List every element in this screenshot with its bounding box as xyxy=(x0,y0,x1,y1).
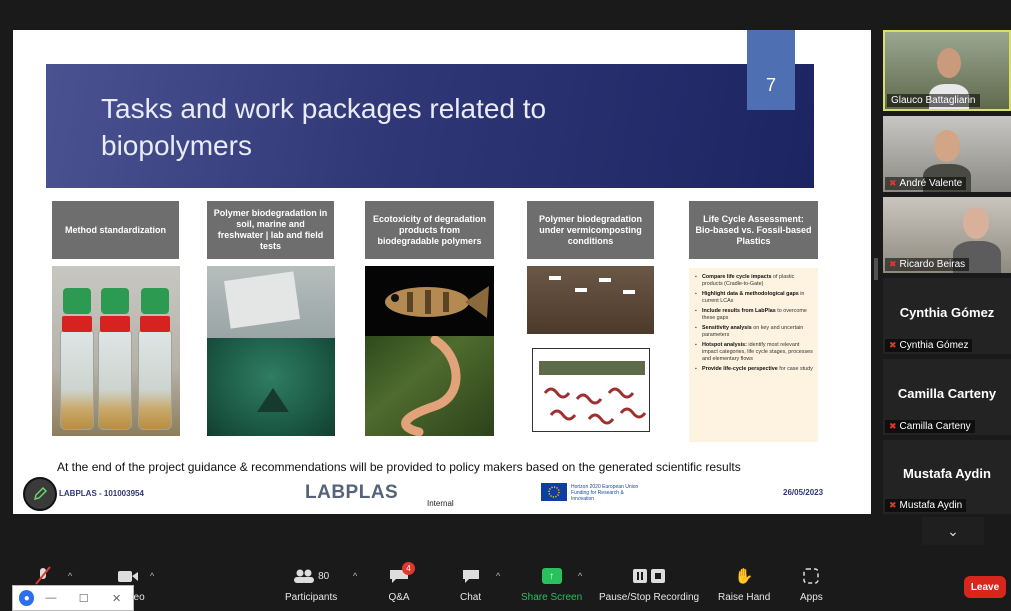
raise-hand-icon: ✋ xyxy=(734,568,754,585)
mic-muted-icon: ✖ xyxy=(889,178,897,188)
participant-tile[interactable]: Cynthia Gómez ✖ Cynthia Gómez xyxy=(883,278,1011,354)
mic-muted-icon: ✖ xyxy=(889,421,897,431)
column-heading-vermicomposting: Polymer biodegradation under vermicompos… xyxy=(527,201,654,259)
apps-button[interactable]: Apps xyxy=(800,566,823,603)
labplas-logo: LABPLAS xyxy=(305,482,399,503)
slide-number-box: 7 xyxy=(747,30,795,110)
lca-item: Provide life-cycle perspective for case … xyxy=(695,366,813,373)
fish-photo xyxy=(365,266,494,336)
app-icon: ● xyxy=(19,590,35,606)
annotate-pen-button[interactable] xyxy=(23,477,57,511)
fish-illustration xyxy=(385,286,489,318)
worms-diagram-illustration xyxy=(539,361,647,425)
apps-icon xyxy=(803,566,820,586)
vermicompost-soil-photo xyxy=(527,266,654,334)
participant-name-label: ✖ Cynthia Gómez xyxy=(885,339,973,352)
microphone-muted-icon xyxy=(34,566,52,586)
internal-label: Internal xyxy=(427,499,454,508)
participant-name-label: ✖ André Valente xyxy=(885,177,967,190)
raise-hand-button[interactable]: ✋ Raise Hand xyxy=(718,566,770,603)
earthworm-photo xyxy=(365,336,494,436)
pen-icon xyxy=(33,486,48,501)
scroll-participants-down-button[interactable]: ⌄ xyxy=(922,517,984,545)
lca-item: Highlight data & methodological gaps in … xyxy=(695,291,813,305)
shared-slide: Tasks and work packages related to biopo… xyxy=(13,30,871,514)
participants-options-caret[interactable]: ^ xyxy=(353,571,357,581)
column-heading-biodegradation: Polymer biodegradation in soil, marine a… xyxy=(207,201,334,259)
lca-bullet-box: Compare life cycle impacts of plastic pr… xyxy=(689,268,818,442)
column-heading-method-standardization: Method standardization xyxy=(52,201,179,259)
participant-tile[interactable]: Camilla Carteny ✖ Camilla Carteny xyxy=(883,359,1011,435)
participant-tile[interactable]: ✖ André Valente xyxy=(883,116,1011,192)
minimize-button[interactable]: — xyxy=(34,592,67,604)
participant-tile[interactable]: Mustafa Aydin ✖ Mustafa Aydin xyxy=(883,440,1011,514)
vermicomposting-diagram xyxy=(532,348,650,432)
participants-button[interactable]: 80 Participants xyxy=(285,566,337,603)
lca-item: Sensitivity analysis on key and uncertai… xyxy=(695,325,813,339)
eu-flag-icon xyxy=(541,483,567,501)
participant-display-name: Camilla Carteny xyxy=(897,386,997,401)
project-id: LABPLAS - 101003954 xyxy=(59,489,144,498)
mini-window-controls: ● — ☐ ✕ xyxy=(12,585,134,611)
zoom-meeting-window: Tasks and work packages related to biopo… xyxy=(0,0,1011,611)
participants-icon: 80 xyxy=(293,566,329,586)
lca-item: Compare life cycle impacts of plastic pr… xyxy=(695,274,813,288)
mute-button[interactable] xyxy=(34,566,52,586)
chevron-down-icon: ⌄ xyxy=(947,522,959,539)
slide-footer-statement: At the end of the project guidance & rec… xyxy=(57,460,741,474)
chat-options-caret[interactable]: ^ xyxy=(496,571,500,581)
participant-display-name: Mustafa Aydin xyxy=(903,466,991,481)
lca-item: Include results from LabPlas to overcome… xyxy=(695,308,813,322)
pause-stop-recording-button[interactable]: Pause/Stop Recording xyxy=(599,566,699,603)
slide-title: Tasks and work packages related to biopo… xyxy=(101,93,547,161)
share-options-caret[interactable]: ^ xyxy=(578,571,582,581)
mic-muted-icon: ✖ xyxy=(889,340,897,350)
maximize-button[interactable]: ☐ xyxy=(67,592,100,605)
participant-name-label: ✖ Mustafa Aydin xyxy=(885,499,967,512)
participant-name-label: ✖ Ricardo Beiras xyxy=(885,258,970,271)
qa-icon: 4 xyxy=(388,562,415,586)
lab-test-photo xyxy=(207,266,335,338)
pause-stop-icon xyxy=(632,566,666,586)
participants-count: 80 xyxy=(318,570,330,582)
participant-tile[interactable]: ✖ Ricardo Beiras xyxy=(883,197,1011,273)
close-button[interactable]: ✕ xyxy=(100,592,133,605)
video-options-caret[interactable]: ^ xyxy=(150,571,154,581)
share-screen-icon: ↑ xyxy=(541,566,562,586)
eu-funding-text: Horizon 2020 European Union Funding for … xyxy=(571,484,639,502)
column-heading-ecotoxicity: Ecotoxicity of degradation products from… xyxy=(365,201,494,259)
participant-name-label: ✖ Camilla Carteny xyxy=(885,420,975,433)
audio-options-caret[interactable]: ^ xyxy=(68,571,72,581)
chat-button[interactable]: Chat xyxy=(460,566,481,603)
panel-resize-handle[interactable] xyxy=(874,258,878,280)
video-camera-icon xyxy=(117,566,139,586)
slide-number: 7 xyxy=(765,75,776,95)
participant-tile[interactable]: Glauco Battagliarin xyxy=(883,30,1011,111)
participant-display-name: Cynthia Gómez xyxy=(899,305,995,320)
qa-button[interactable]: 4 Q&A xyxy=(388,562,415,603)
qa-badge: 4 xyxy=(402,562,415,575)
mic-muted-icon: ✖ xyxy=(889,259,897,269)
share-screen-button[interactable]: ↑ Share Screen xyxy=(521,566,582,603)
slide-date: 26/05/2023 xyxy=(783,488,824,497)
column-heading-lca: Life Cycle Assessment: Bio-based vs. Fos… xyxy=(689,201,818,259)
lca-item: Hotspot analysis: identify most relevant… xyxy=(695,342,813,363)
leave-meeting-button[interactable]: Leave xyxy=(964,576,1006,598)
underwater-field-test-photo xyxy=(207,338,335,436)
mic-muted-icon: ✖ xyxy=(889,500,897,510)
meeting-toolbar: ^ deo ^ 80 Participants ^ 4 Q&A Chat ^ ↑… xyxy=(0,556,1011,611)
chat-icon xyxy=(461,566,481,586)
participant-name-label: Glauco Battagliarin xyxy=(887,94,980,107)
earthworm-illustration xyxy=(401,336,461,436)
bottles-photo xyxy=(52,266,180,436)
